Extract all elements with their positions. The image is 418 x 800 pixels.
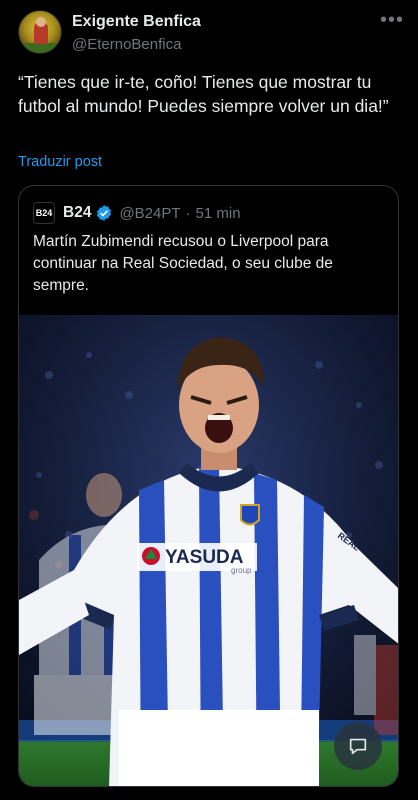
- quoted-post[interactable]: B24 B24 @B24PT · 51 min Martín Zubimendi…: [18, 185, 399, 787]
- avatar[interactable]: [18, 10, 62, 54]
- translate-post-link[interactable]: Traduzir post: [18, 154, 102, 170]
- grok-chat-button[interactable]: [334, 722, 382, 770]
- post-text: “Tienes que ir-te, coño! Tienes que most…: [18, 72, 389, 116]
- quoted-post-header: B24 B24 @B24PT · 51 min: [33, 202, 241, 224]
- sponsor-text: YASUDA: [165, 547, 244, 568]
- author-names: Exigente Benfica @EternoBenfica: [72, 12, 201, 55]
- post-header: Exigente Benfica @EternoBenfica •••: [18, 10, 404, 56]
- quoted-post-text: Martín Zubimendi recusou o Liverpool par…: [33, 233, 333, 294]
- quoted-display-name: B24: [63, 204, 92, 221]
- sponsor-subtext: group: [231, 566, 252, 575]
- quoted-post-image[interactable]: YASUDA group REAL: [19, 315, 398, 786]
- meta-separator: ·: [185, 204, 191, 222]
- more-horizontal-icon[interactable]: •••: [380, 10, 404, 30]
- user-handle[interactable]: @EternoBenfica: [72, 35, 201, 55]
- quoted-handle: @B24PT: [119, 204, 181, 222]
- display-name[interactable]: Exigente Benfica: [72, 12, 201, 32]
- player-celebration-image: YASUDA group REAL: [19, 315, 398, 786]
- quoted-timestamp: 51 min: [195, 204, 241, 222]
- verified-badge-icon: [97, 205, 112, 221]
- club-crest-icon: [240, 504, 260, 526]
- chat-bubble-icon: [349, 738, 367, 755]
- quoted-avatar[interactable]: B24: [33, 202, 55, 224]
